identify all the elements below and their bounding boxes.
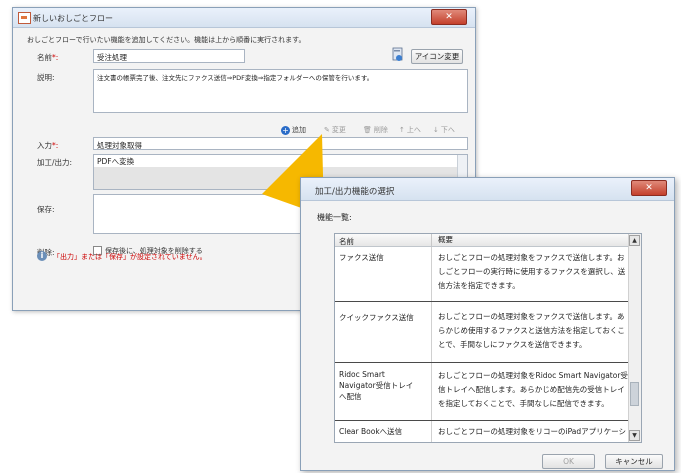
arrow-up-icon: ↑ (399, 126, 405, 134)
function-list-label: 機能一覧: (317, 213, 352, 222)
name-label: 名前*: (37, 53, 59, 62)
cancel-button[interactable]: キャンセル (605, 454, 663, 469)
arrow-down-icon: ↓ (433, 126, 439, 134)
process-label: 加工/出力: (37, 158, 73, 167)
row-name: Clear Bookへ送信 (339, 427, 403, 436)
trash-icon: 🗑 (363, 126, 372, 134)
table-scrollbar[interactable]: ▲ ▼ (628, 234, 641, 442)
column-header-desc[interactable]: 概要 (431, 234, 453, 246)
pencil-icon: ✎ (324, 126, 330, 134)
row-desc: おしごとフローの処理対象をリコーのiPadアプリケーションである (431, 421, 629, 442)
scroll-thumb[interactable] (630, 382, 639, 406)
save-label: 保存: (37, 205, 55, 214)
instruction-text: おしごとフローで行いたい機能を追加してください。機能は上から順番に実行されます。 (27, 36, 306, 44)
description-label: 説明: (37, 73, 55, 82)
dialog-title: 加工/出力機能の選択 (315, 187, 395, 197)
row-desc: おしごとフローの処理対象をRidoc Smart Navigator受信トレイへ… (431, 363, 629, 420)
table-row[interactable]: ファクス送信 おしごとフローの処理対象をファクスで送信します。おしごとフローの実… (335, 247, 629, 302)
dialog-title-bar[interactable]: 加工/出力機能の選択 ✕ (301, 178, 674, 201)
name-field[interactable]: 受注処理 (93, 49, 245, 63)
scroll-down-icon[interactable]: ▼ (629, 430, 640, 441)
close-button[interactable]: ✕ (431, 9, 467, 25)
function-table[interactable]: 名前 概要 ファクス送信 おしごとフローの処理対象をファクスで送信します。おしご… (334, 233, 642, 443)
delete-button[interactable]: 🗑 削除 (363, 125, 388, 135)
move-up-button[interactable]: ↑ 上へ (399, 125, 421, 135)
info-icon: i (37, 251, 47, 261)
scroll-up-icon[interactable]: ▲ (629, 235, 640, 246)
move-down-button[interactable]: ↓ 下へ (433, 125, 455, 135)
table-row[interactable]: Ridoc Smart Navigator受信トレイへ配信 おしごとフローの処理… (335, 363, 629, 421)
column-header-name[interactable]: 名前 (339, 236, 354, 247)
row-name: クイックファクス送信 (339, 313, 414, 322)
window-title: 新しいおしごとフロー (33, 14, 113, 23)
app-icon (18, 12, 31, 24)
ok-button[interactable]: OK (542, 454, 595, 469)
change-icon-button[interactable]: アイコン変更 (411, 49, 463, 64)
warning-text: 「出力」または「保存」が設定されていません。 (53, 253, 207, 261)
row-desc: おしごとフローの処理対象をファクスで送信します。おしごとフローの実行時に使用する… (431, 247, 629, 301)
description-field[interactable]: 注文書の帳票完了後、注文先にファクス送信⇒PDF変換⇒指定フォルダーへの保管を行… (93, 69, 468, 113)
edit-button[interactable]: ✎ 変更 (324, 125, 346, 135)
input-label: 入力*: (37, 141, 59, 150)
table-header: 名前 概要 (335, 234, 629, 247)
table-row[interactable]: クイックファクス送信 おしごとフローの処理対象をファクスで送信します。あらかじめ… (335, 302, 629, 363)
dialog-close-button[interactable]: ✕ (631, 180, 667, 196)
row-desc: おしごとフローの処理対象をファクスで送信します。あらかじめ使用するファクスと送信… (431, 302, 629, 362)
row-name: ファクス送信 (339, 253, 384, 262)
function-select-dialog: 加工/出力機能の選択 ✕ 機能一覧: 名前 概要 ファクス送信 おしごとフローの… (300, 177, 675, 471)
icon-preview-icon (392, 47, 403, 61)
table-row[interactable]: Clear Bookへ送信 おしごとフローの処理対象をリコーのiPadアプリケー… (335, 421, 629, 442)
row-name: Ridoc Smart Navigator受信トレイへ配信 (339, 370, 414, 401)
title-bar[interactable]: 新しいおしごとフロー ✕ (13, 8, 475, 28)
